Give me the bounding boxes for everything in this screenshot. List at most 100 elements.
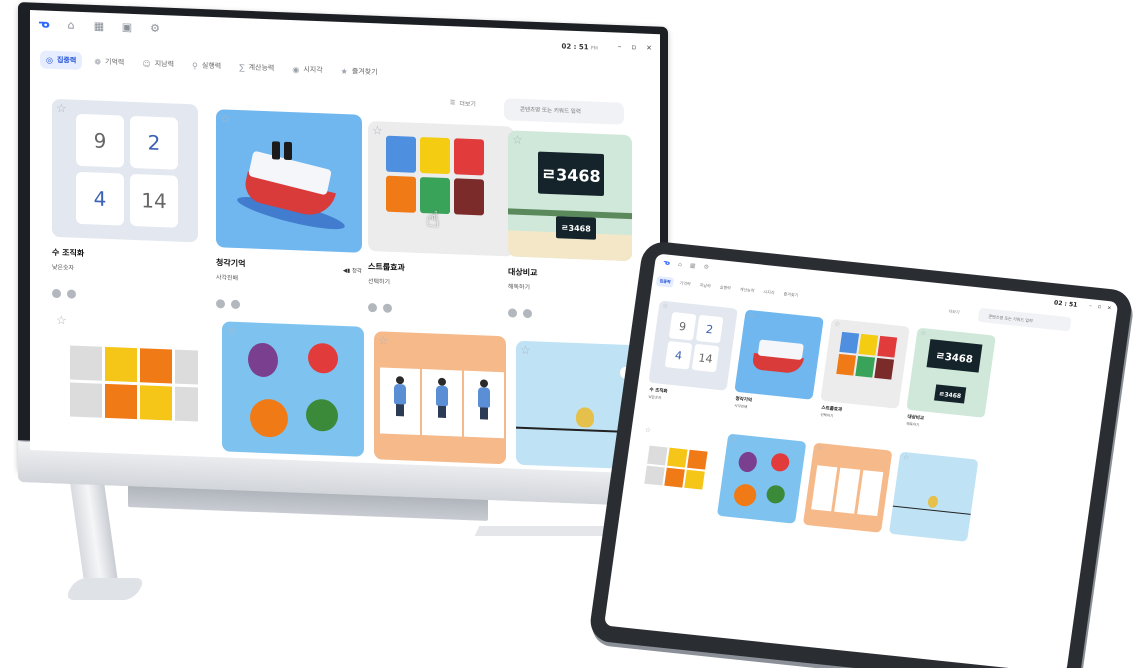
- card-stroop-effect[interactable]: ☆ ☝ 스트룹효과 선택하기: [368, 120, 518, 318]
- number-tile: 14: [691, 343, 720, 373]
- color-tile: [386, 135, 416, 173]
- tab-perception[interactable]: 시지각: [760, 287, 778, 299]
- tab-calculation[interactable]: 계산능력: [736, 284, 758, 296]
- favorite-star-icon[interactable]: ☆: [56, 101, 67, 115]
- tablet-card-stroop-effect[interactable]: ☆: [820, 318, 910, 409]
- info-icon[interactable]: [216, 299, 225, 309]
- tablet-card-auditory-memory[interactable]: ☆: [734, 309, 824, 400]
- window-controls: – ▫ ×: [618, 43, 652, 52]
- app-logo-icon[interactable]: ᓀ: [663, 258, 671, 267]
- maximize-button[interactable]: ▫: [631, 43, 636, 51]
- save-icon[interactable]: ▣: [120, 20, 134, 34]
- play-icon[interactable]: [67, 289, 76, 299]
- tab-perception[interactable]: ◉ 시지각: [286, 60, 328, 80]
- card-walking-people[interactable]: ☆: [374, 331, 524, 465]
- settings-icon[interactable]: ⚙: [703, 263, 709, 271]
- favorite-star-icon[interactable]: ☆: [834, 320, 841, 329]
- tablet-card-fruits[interactable]: ☆: [716, 433, 807, 524]
- grid-tile: [70, 382, 102, 418]
- close-button[interactable]: ×: [646, 44, 652, 52]
- tablet-card-grid-tiles[interactable]: ☆: [630, 424, 721, 515]
- home-icon[interactable]: ⌂: [678, 260, 683, 267]
- favorite-star-icon[interactable]: ☆: [378, 333, 389, 347]
- apple-shape: [769, 452, 791, 473]
- number-tile: 9: [668, 311, 697, 341]
- info-icon[interactable]: [52, 288, 61, 299]
- card-subtitle: 낮은숫자: [648, 394, 662, 401]
- tile-grid: [644, 445, 708, 490]
- tab-orientation[interactable]: ☺ 지남력: [136, 54, 180, 74]
- tab-memory[interactable]: 기억력: [676, 278, 694, 290]
- search-input[interactable]: [504, 98, 624, 125]
- favorite-star-icon[interactable]: ☆: [644, 426, 651, 435]
- broccoli-shape: [306, 398, 338, 432]
- brain-icon: ❁: [94, 56, 102, 67]
- card-auditory-memory[interactable]: ☆ 청각기억 사각진배 ◀▮ 청각: [216, 109, 366, 314]
- card-subtitle: 사각진배: [734, 403, 748, 410]
- more-button[interactable]: 더보기: [948, 309, 960, 316]
- stroop-color-grid: [386, 135, 484, 216]
- card-subtitle: 낮은숫자: [52, 263, 75, 272]
- play-icon[interactable]: [383, 303, 392, 313]
- maximize-button[interactable]: ▫: [1097, 304, 1101, 310]
- person-figure: [436, 377, 448, 418]
- close-button[interactable]: ×: [1107, 305, 1112, 311]
- favorite-star-icon[interactable]: ☆: [220, 111, 231, 125]
- tab-calculation[interactable]: ∑ 계산능력: [233, 58, 280, 78]
- app-logo-icon[interactable]: ᓀ: [38, 16, 50, 30]
- list-icon: ☰: [450, 99, 456, 107]
- info-icon[interactable]: [368, 302, 377, 313]
- minimize-button[interactable]: –: [1089, 303, 1092, 309]
- license-plate-small: ㄹ3468: [556, 216, 596, 240]
- tab-label: 실행력: [201, 61, 222, 71]
- tab-label: 즐겨찾기: [351, 67, 378, 77]
- tab-memory[interactable]: ❁ 기억력: [88, 52, 130, 72]
- tab-concentration[interactable]: ◎ 집중력: [40, 50, 83, 71]
- favorite-star-icon[interactable]: ☆: [748, 311, 755, 320]
- play-icon[interactable]: [523, 308, 532, 319]
- tablet-card-number-organize[interactable]: ☆ 9 2 4 14: [648, 300, 738, 391]
- color-tile: [874, 357, 895, 380]
- favorite-star-icon[interactable]: ☆: [56, 313, 67, 327]
- monitor-screen: ᓀ ⌂ ▦ ▣ ⚙ 02 : 51 PM – ▫ × ◎ 집중력 ❁ 기억력 ☺ 지남력…: [30, 10, 660, 475]
- more-button[interactable]: ☰ 더보기: [450, 98, 476, 108]
- tab-execution[interactable]: ⚲ 실행력: [186, 56, 227, 76]
- favorite-star-icon[interactable]: ☆: [372, 123, 383, 137]
- favorite-star-icon[interactable]: ☆: [520, 343, 531, 357]
- tab-execution[interactable]: 실행력: [716, 282, 734, 294]
- tablet-card-bird[interactable]: ☆: [888, 451, 979, 542]
- grid-icon[interactable]: ▦: [689, 262, 696, 270]
- tablet-card-target-compare[interactable]: ☆ ㄹ3468 ㄹ3468: [906, 327, 996, 418]
- grid-tile: [105, 346, 137, 383]
- color-tile: [420, 136, 450, 175]
- grid-icon[interactable]: ▦: [92, 19, 106, 33]
- play-icon[interactable]: [231, 299, 240, 310]
- tab-concentration[interactable]: 집중력: [655, 275, 675, 288]
- grid-tile: [175, 386, 198, 422]
- favorite-star-icon[interactable]: ☆: [226, 324, 237, 338]
- favorite-star-icon[interactable]: ☆: [920, 329, 927, 338]
- tab-label: 시지각: [303, 65, 323, 75]
- settings-icon[interactable]: ⚙: [148, 21, 162, 35]
- clock-ampm: PM: [590, 45, 598, 52]
- tablet-card-walking-people[interactable]: ☆: [802, 442, 893, 533]
- info-icon[interactable]: [508, 308, 517, 318]
- card-fruits[interactable]: ☆: [222, 321, 372, 457]
- clock-time: 02 : 51: [561, 42, 589, 52]
- card-number-organize[interactable]: ☆ 9 2 4 14 수 조직화 낮은숫자: [52, 98, 202, 304]
- tab-favorites[interactable]: 즐겨찾기: [780, 289, 802, 301]
- card-grid-tiles[interactable]: ☆: [52, 310, 202, 447]
- monitor-stand-foot: [63, 578, 147, 600]
- favorite-star-icon[interactable]: ☆: [816, 444, 823, 453]
- audio-badge: ◀▮ 청각: [343, 266, 362, 275]
- minimize-button[interactable]: –: [618, 43, 622, 51]
- favorite-star-icon[interactable]: ☆: [902, 453, 909, 462]
- favorite-star-icon[interactable]: ☆: [730, 435, 737, 444]
- home-icon[interactable]: ⌂: [64, 18, 78, 32]
- tab-orientation[interactable]: 지남력: [696, 280, 714, 292]
- tab-favorites[interactable]: ★ 즐겨찾기: [335, 62, 384, 82]
- sum-icon: ∑: [239, 62, 245, 72]
- favorite-star-icon[interactable]: ☆: [512, 133, 523, 147]
- tab-label: 지남력: [154, 59, 175, 69]
- favorite-star-icon[interactable]: ☆: [662, 302, 669, 311]
